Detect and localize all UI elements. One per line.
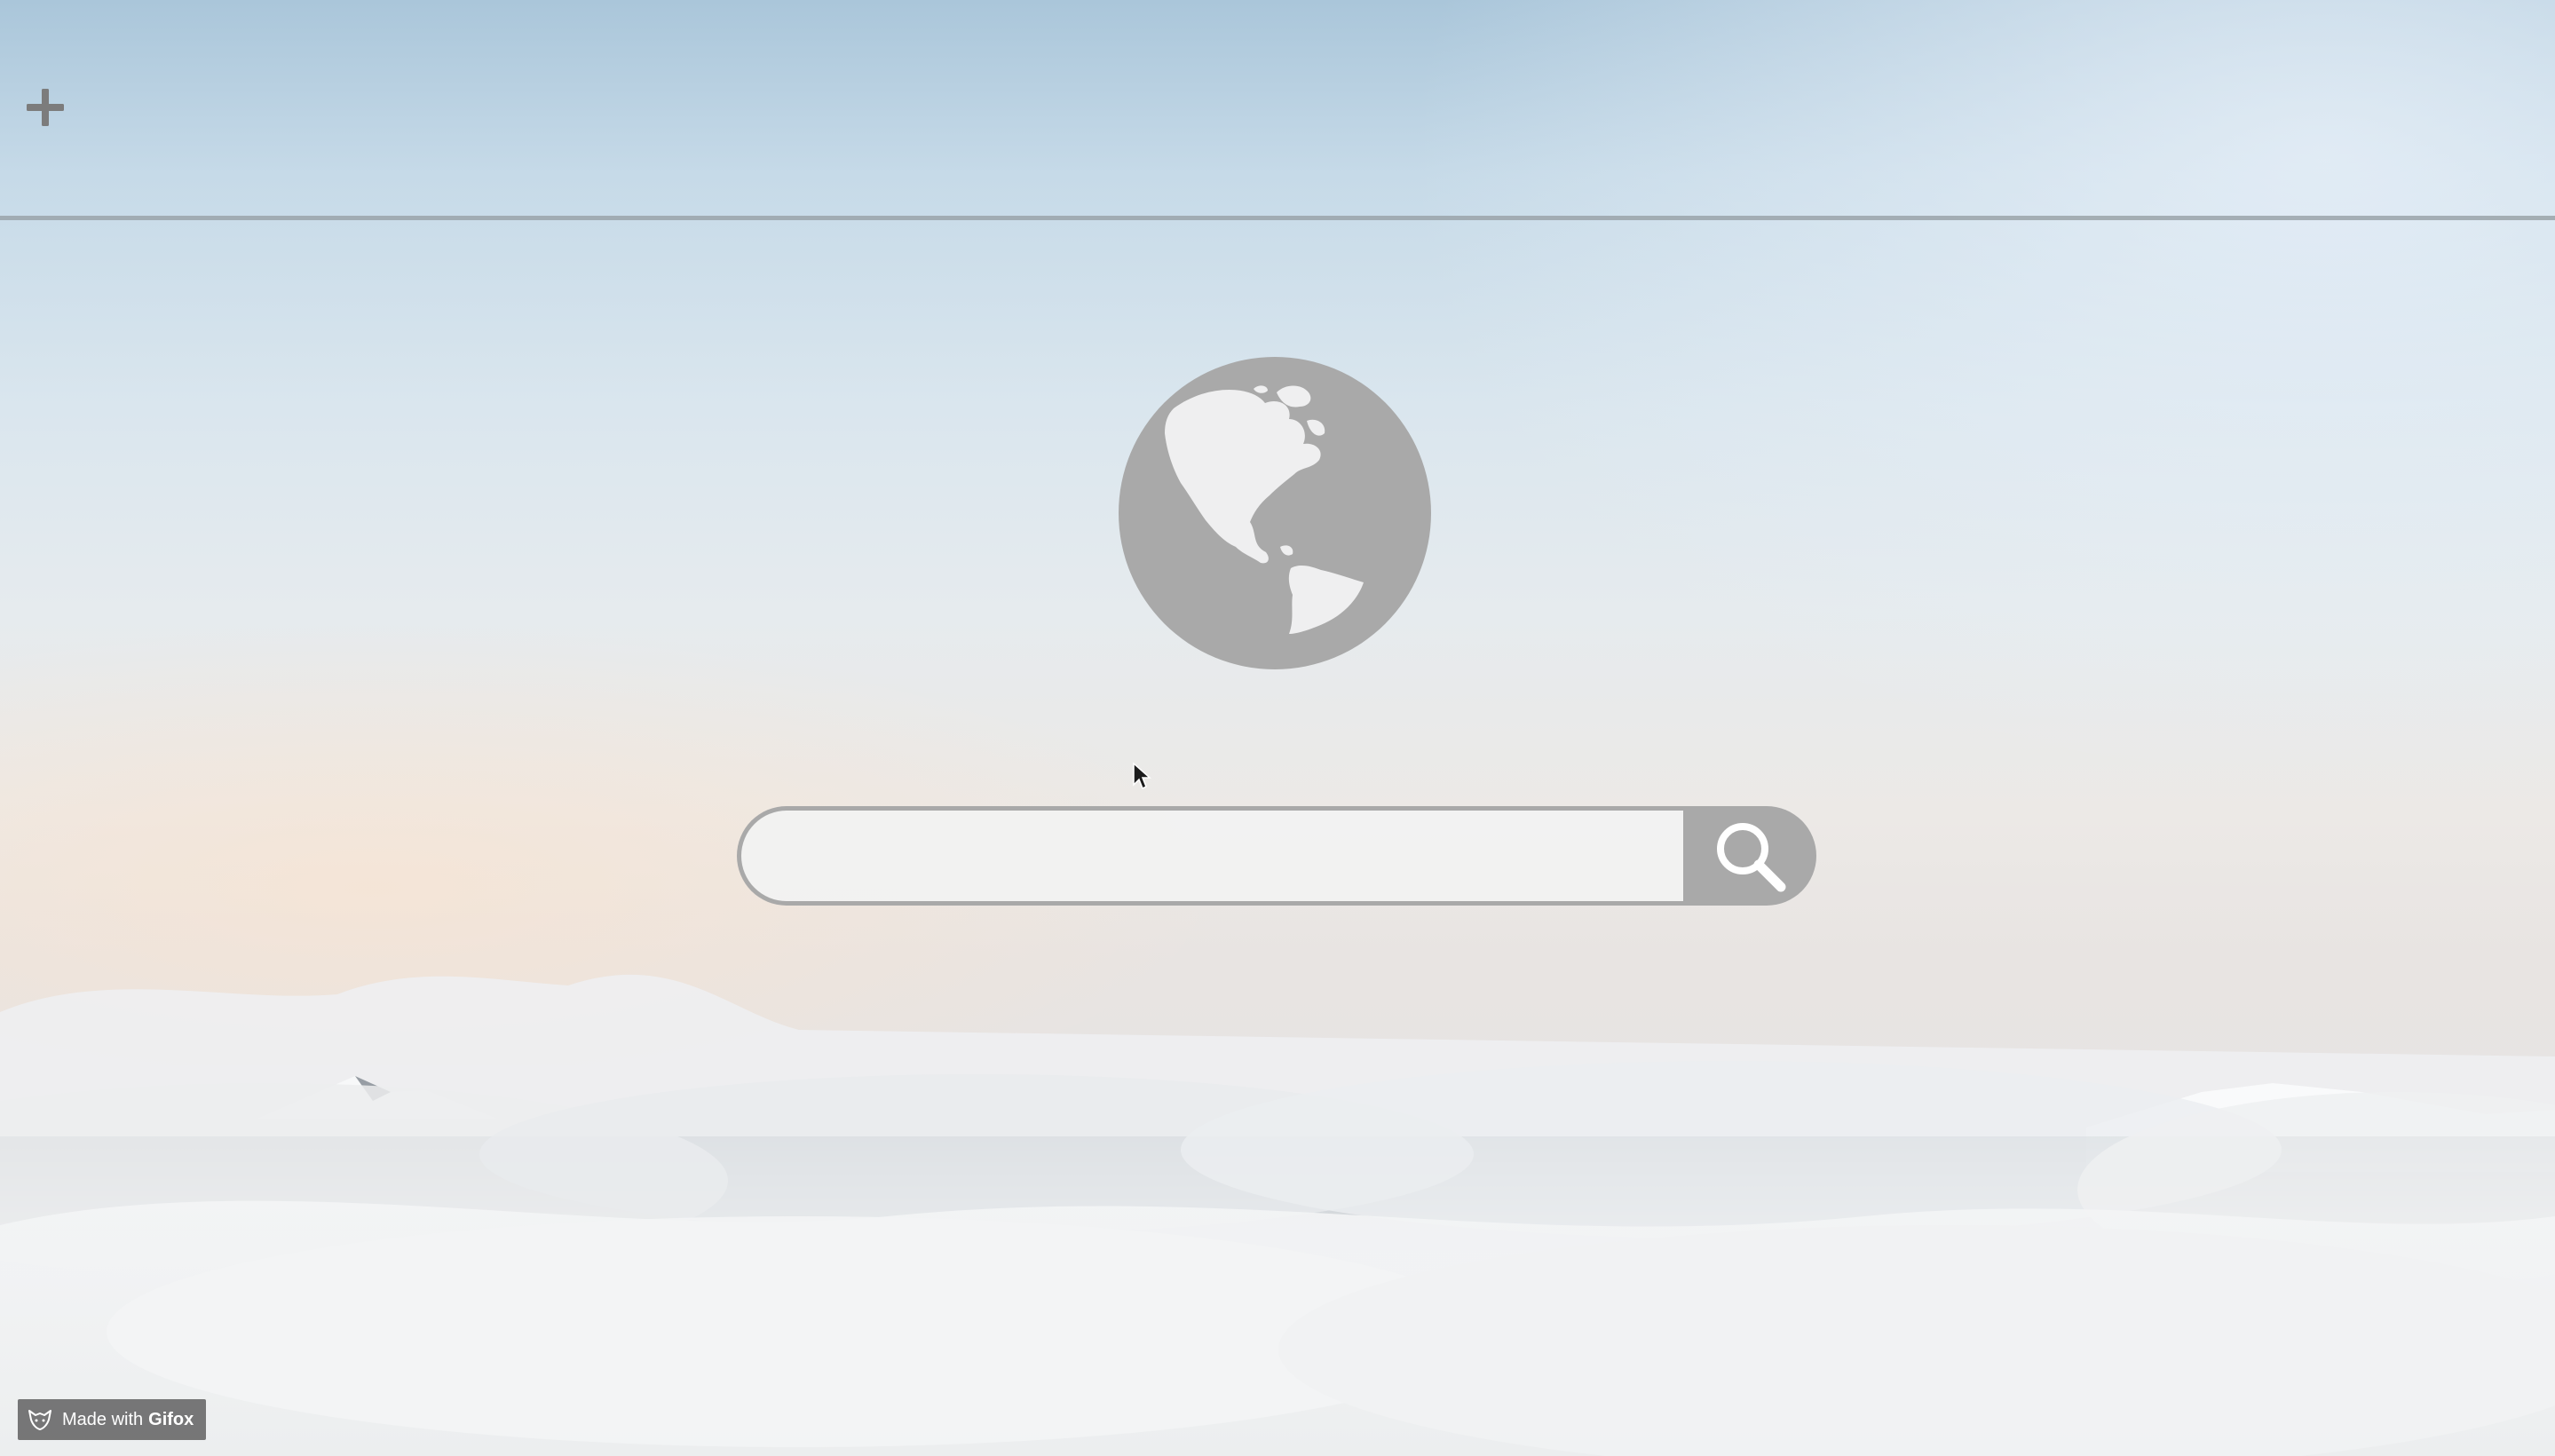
search-bar [737, 806, 1816, 906]
fox-icon [28, 1410, 51, 1430]
search-icon [1717, 823, 1786, 892]
cloud-background [0, 974, 2555, 1456]
watermark-prefix: Made with [62, 1409, 144, 1429]
gifox-watermark: Made with Gifox [18, 1399, 207, 1440]
toolbar-divider [0, 216, 2555, 220]
search-input[interactable] [737, 806, 1683, 906]
mouse-cursor-icon [1133, 762, 1151, 790]
globe-icon [1119, 357, 1431, 669]
watermark-brand: Gifox [148, 1409, 194, 1429]
new-tab-page: Made with Gifox [0, 0, 2555, 1456]
plus-icon [27, 89, 64, 126]
add-button[interactable] [18, 80, 73, 135]
search-button[interactable] [1683, 806, 1816, 906]
sky-haze [1401, 0, 2555, 799]
